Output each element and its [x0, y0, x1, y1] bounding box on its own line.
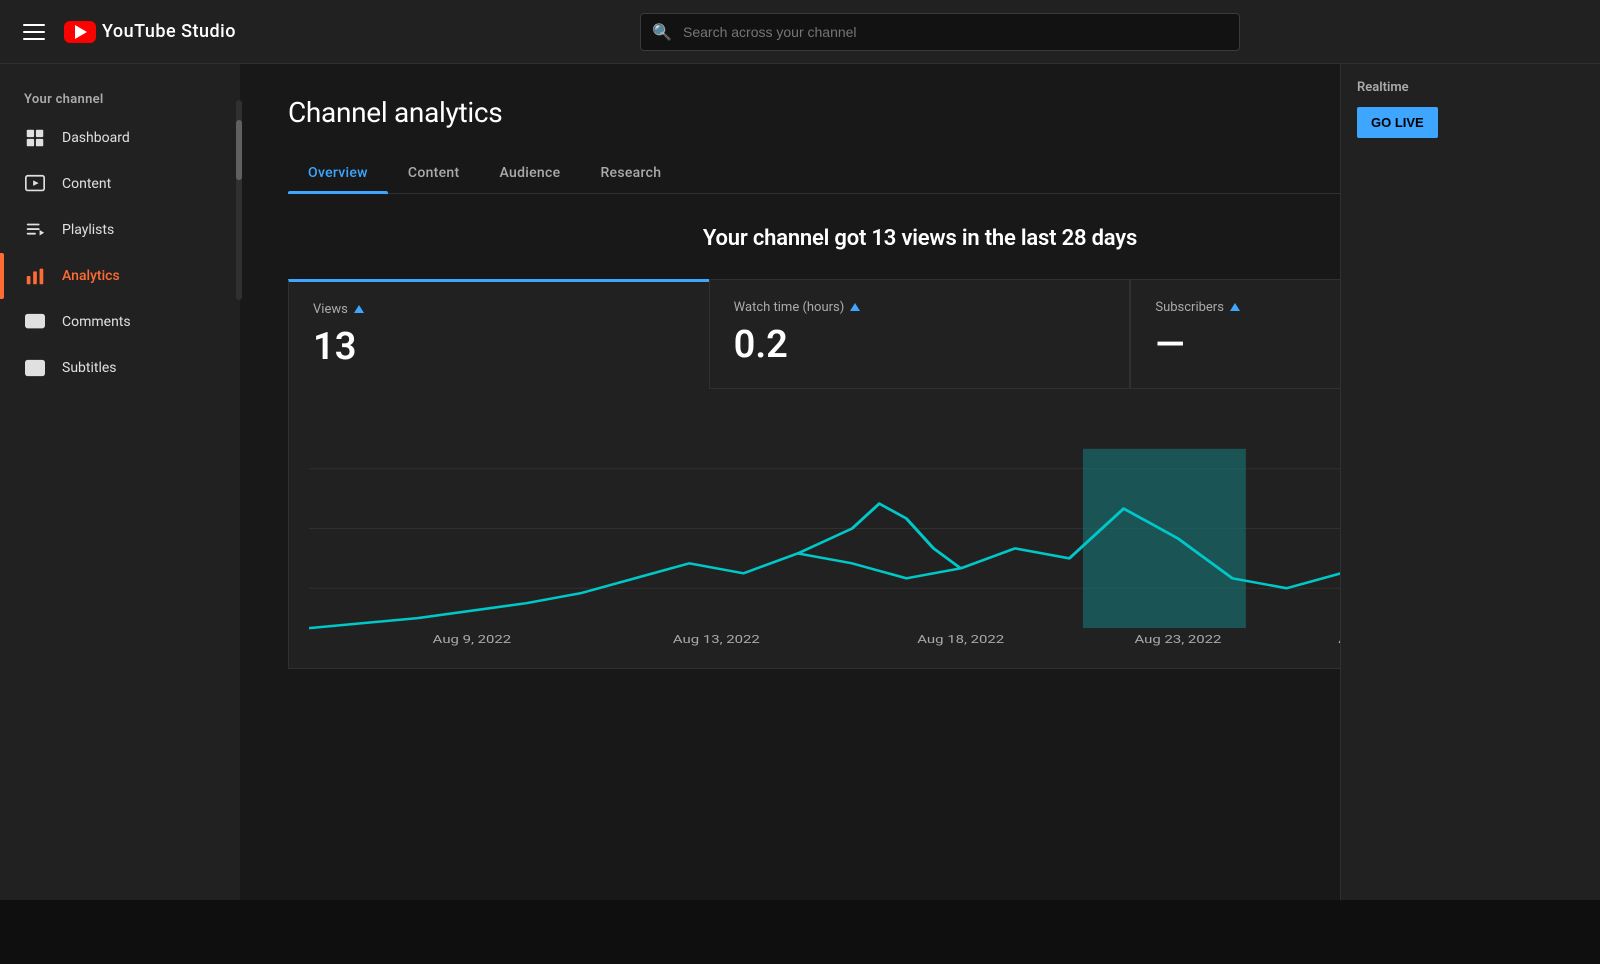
- search-bar: 🔍: [640, 13, 1240, 51]
- sidebar-item-subtitles[interactable]: Subtitles: [0, 345, 240, 391]
- playlists-label: Playlists: [62, 222, 114, 238]
- tab-research[interactable]: Research: [580, 153, 681, 193]
- analytics-label: Analytics: [62, 268, 120, 284]
- scroll-indicator[interactable]: [236, 100, 242, 300]
- content-icon: [24, 173, 46, 195]
- subtitles-icon: [24, 357, 46, 379]
- metric-card-views[interactable]: Views 13: [288, 279, 709, 389]
- sidebar-item-comments[interactable]: Comments: [0, 299, 240, 345]
- header-left: YouTube Studio: [16, 14, 296, 50]
- tab-content[interactable]: Content: [388, 153, 480, 193]
- sidebar-item-content[interactable]: Content: [0, 161, 240, 207]
- sidebar-item-dashboard[interactable]: Dashboard: [0, 115, 240, 161]
- comments-icon: [24, 311, 46, 333]
- svg-text:Aug 23, 2022: Aug 23, 2022: [1135, 634, 1222, 647]
- play-triangle: [75, 25, 87, 39]
- subscribers-trend-icon: [1230, 303, 1240, 311]
- dashboard-icon: [24, 127, 46, 149]
- sidebar-item-analytics[interactable]: Analytics: [0, 253, 240, 299]
- sidebar-item-playlists[interactable]: Playlists: [0, 207, 240, 253]
- analytics-icon: [24, 265, 46, 287]
- watch-time-value: 0.2: [734, 323, 1106, 367]
- sidebar-section-label: Your channel: [0, 76, 240, 115]
- right-panel-title: Realtime: [1357, 80, 1584, 95]
- menu-button[interactable]: [16, 14, 52, 50]
- playlists-icon: [24, 219, 46, 241]
- comments-label: Comments: [62, 314, 131, 330]
- watch-time-label: Watch time (hours): [734, 300, 1106, 315]
- svg-text:Aug 13, 2022: Aug 13, 2022: [673, 634, 760, 647]
- views-value: 13: [313, 325, 685, 369]
- logo-container[interactable]: YouTube Studio: [64, 21, 236, 43]
- search-icon: 🔍: [652, 22, 672, 41]
- watch-time-trend-icon: [850, 303, 860, 311]
- scroll-thumb: [236, 120, 242, 180]
- content-label: Content: [62, 176, 111, 192]
- subtitles-label: Subtitles: [62, 360, 117, 376]
- right-panel: Realtime GO LIVE: [1340, 64, 1600, 900]
- views-label: Views: [313, 302, 685, 317]
- tab-overview[interactable]: Overview: [288, 153, 388, 193]
- dashboard-label: Dashboard: [62, 130, 130, 146]
- svg-text:Aug 18, 2022: Aug 18, 2022: [917, 634, 1004, 647]
- go-live-button[interactable]: GO LIVE: [1357, 107, 1438, 138]
- tab-audience[interactable]: Audience: [479, 153, 580, 193]
- studio-label: YouTube Studio: [102, 21, 236, 42]
- header: YouTube Studio 🔍: [0, 0, 1600, 64]
- views-trend-icon: [354, 305, 364, 313]
- svg-text:Aug 9, 2022: Aug 9, 2022: [433, 634, 511, 647]
- youtube-icon: [64, 21, 96, 43]
- metric-card-watch-time[interactable]: Watch time (hours) 0.2: [709, 279, 1131, 389]
- sidebar: Your channel Dashboard Content Playlists…: [0, 64, 240, 900]
- search-input[interactable]: [640, 13, 1240, 51]
